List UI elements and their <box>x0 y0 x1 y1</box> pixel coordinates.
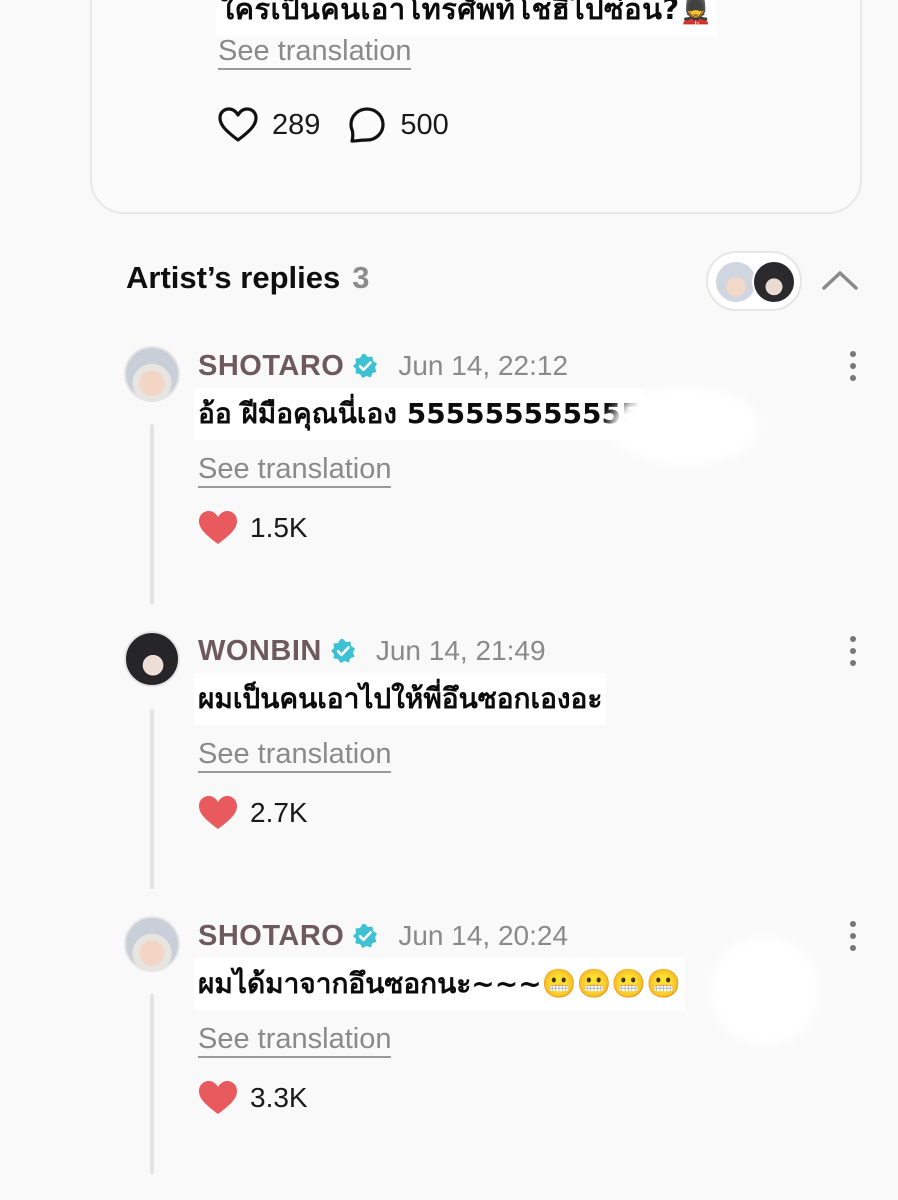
redaction-patch <box>710 936 820 1046</box>
reply-text: ผมได้มาจากอึนซอกนะ~~~😬😬😬😬 <box>194 958 686 1010</box>
like-count: 289 <box>272 108 321 141</box>
heart-filled-icon <box>199 1081 237 1114</box>
grimace-emoji: 😬😬😬😬 <box>541 967 682 1000</box>
thread-line <box>150 994 154 1174</box>
like-button[interactable]: 289 <box>218 107 320 143</box>
see-translation-link[interactable]: See translation <box>218 34 412 70</box>
reply-text: ผมเป็นคนเอาไปให้พี่อึนซอกเองอะ <box>194 673 607 725</box>
reply-timestamp: Jun 14, 21:49 <box>375 635 546 666</box>
verified-badge-icon <box>330 638 356 664</box>
reply-like-count: 3.3K <box>250 1082 308 1113</box>
redaction-patch <box>610 386 760 466</box>
post-card: ✦ ❀ ใครเป็นคนเอาโทรศัพท์โชฮีไปซ่อน?💂 See… <box>90 0 862 214</box>
reply-author-avatar[interactable] <box>124 916 180 972</box>
see-translation-link[interactable]: See translation <box>198 737 392 773</box>
comment-button[interactable]: 500 <box>348 106 449 144</box>
collapse-button[interactable] <box>820 262 860 298</box>
reply-author-name[interactable]: WONBIN <box>198 635 322 668</box>
heart-outline-icon <box>218 107 258 142</box>
more-options-button[interactable] <box>840 631 866 671</box>
verified-badge-icon <box>352 923 378 949</box>
reply-timestamp: Jun 14, 22:12 <box>398 350 569 381</box>
reply-like-count: 1.5K <box>250 512 308 543</box>
reply-like-button[interactable]: 1.5K <box>198 510 308 546</box>
reply-meta: SHOTARO Jun 14, 20:24 <box>198 918 568 954</box>
guard-emoji: 💂 <box>679 0 713 26</box>
reply-author-avatar[interactable] <box>124 631 180 687</box>
artist-replies-count: 3 <box>352 260 370 295</box>
reply-like-count: 2.7K <box>250 797 308 828</box>
speech-bubble-icon <box>349 107 385 143</box>
see-translation-link[interactable]: See translation <box>198 1022 392 1058</box>
reply-item: SHOTARO Jun 14, 22:12 อ้อ ฝีมือคุณนี่เอง… <box>0 346 898 616</box>
post-text: ใครเป็นคนเอาโทรศัพท์โชฮีไปซ่อน?💂 <box>216 0 717 36</box>
artist-replies-title: Artist’s replies <box>126 260 341 295</box>
reply-timestamp: Jun 14, 20:24 <box>398 920 569 951</box>
see-translation-link[interactable]: See translation <box>198 452 392 488</box>
reply-like-button[interactable]: 3.3K <box>198 1080 308 1116</box>
heart-filled-icon <box>199 796 237 829</box>
heart-filled-icon <box>199 511 237 544</box>
more-options-button[interactable] <box>840 346 866 386</box>
reply-item: WONBIN Jun 14, 21:49 ผมเป็นคนเอาไปให้พี่… <box>0 631 898 901</box>
artist-replies-header: Artist’s replies 3 <box>126 260 369 296</box>
post-stats: 289 500 <box>218 106 477 144</box>
reply-author-name[interactable]: SHOTARO <box>198 920 344 953</box>
reply-meta: WONBIN Jun 14, 21:49 <box>198 633 546 669</box>
artist-avatar <box>752 260 796 304</box>
reply-item: SHOTARO Jun 14, 20:24 ผมได้มาจากอึนซอกนะ… <box>0 916 898 1186</box>
verified-badge-icon <box>352 353 378 379</box>
comment-count: 500 <box>400 108 449 141</box>
reply-author-avatar[interactable] <box>124 346 180 402</box>
chevron-up-icon <box>822 271 858 290</box>
reply-meta: SHOTARO Jun 14, 22:12 <box>198 348 568 384</box>
reply-author-name[interactable]: SHOTARO <box>198 350 344 383</box>
reply-text: อ้อ ฝีมือคุณนี่เอง 555555555555 <box>194 388 645 440</box>
more-options-button[interactable] <box>840 916 866 956</box>
artist-replies-screen: ✦ ❀ ใครเป็นคนเอาโทรศัพท์โชฮีไปซ่อน?💂 See… <box>0 0 898 1200</box>
artist-avatar-group[interactable] <box>706 251 802 311</box>
reply-like-button[interactable]: 2.7K <box>198 795 308 831</box>
thread-line <box>150 424 154 604</box>
thread-line <box>150 709 154 889</box>
